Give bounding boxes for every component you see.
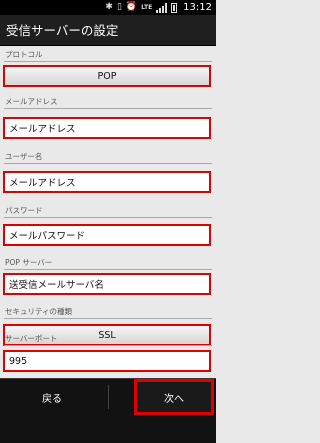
- divider: [4, 217, 212, 218]
- bluetooth-icon: ✱: [105, 2, 113, 12]
- pop-server-label: POP サーバー: [5, 258, 53, 267]
- server-port-label: サーバーポート: [5, 334, 58, 343]
- clock: 13:12: [183, 2, 212, 13]
- password-input[interactable]: メールパスワード: [3, 224, 211, 246]
- next-button[interactable]: 次へ: [134, 379, 214, 415]
- server-port-input[interactable]: 995: [3, 350, 211, 372]
- settings-form: プロトコル POP メールアドレス メールアドレス ユーザー名 メールアドレス …: [0, 46, 216, 378]
- battery-icon: [171, 2, 178, 13]
- password-label: パスワード: [5, 206, 43, 215]
- status-bar: ✱ ▯ ⏰ LTE 13:12: [0, 0, 216, 15]
- divider: [4, 61, 212, 62]
- divider: [4, 163, 212, 164]
- lte-icon: LTE: [141, 4, 153, 11]
- username-input[interactable]: メールアドレス: [3, 171, 211, 193]
- divider: [108, 385, 109, 409]
- divider: [4, 269, 212, 270]
- signal-icon: [156, 2, 168, 13]
- protocol-label: プロトコル: [5, 50, 43, 59]
- pop-server-input[interactable]: 送受信メールサーバ名: [3, 273, 211, 295]
- email-input[interactable]: メールアドレス: [3, 117, 211, 139]
- alarm-icon: ⏰: [125, 2, 138, 12]
- username-label: ユーザー名: [5, 152, 43, 161]
- email-label: メールアドレス: [5, 97, 58, 106]
- divider: [4, 345, 212, 346]
- back-button[interactable]: 戻る: [0, 379, 104, 415]
- page-title: 受信サーバーの設定: [0, 15, 216, 46]
- divider: [4, 318, 212, 319]
- protocol-select-button[interactable]: POP: [3, 65, 211, 87]
- vibrate-icon: ▯: [116, 2, 122, 12]
- security-type-label: セキュリティの種類: [5, 307, 73, 316]
- divider: [4, 108, 212, 109]
- bottom-action-bar: 戻る 次へ: [0, 378, 216, 443]
